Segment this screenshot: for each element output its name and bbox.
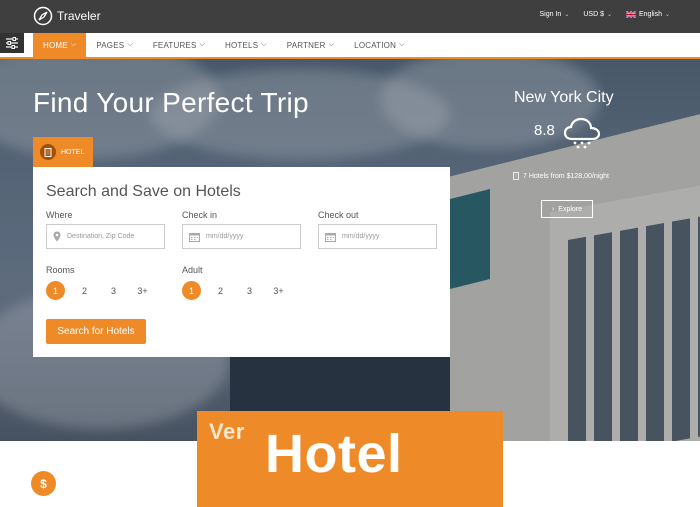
tab-hotel-label: HOTEL [61, 148, 85, 156]
chevron-down-icon: ⌵ [261, 41, 267, 48]
nav-label: LOCATION [354, 40, 397, 50]
hotel-search-form: Search and Save on Hotels Where Destinat… [33, 167, 450, 357]
promo-small-text: Ver [209, 419, 245, 444]
checkin-placeholder: mm/dd/yyyy [206, 233, 244, 240]
rooms-selector: 1 2 3 3+ [46, 281, 152, 300]
explore-button[interactable]: › Explore [541, 200, 593, 218]
calendar-icon [325, 232, 336, 242]
adult-option[interactable]: 2 [211, 281, 230, 300]
rooms-option[interactable]: 3 [104, 281, 123, 300]
checkout-placeholder: mm/dd/yyyy [342, 233, 380, 240]
rooms-option[interactable]: 1 [46, 281, 65, 300]
brand-logo[interactable]: Traveler [33, 6, 101, 26]
compass-logo-icon [33, 6, 53, 26]
rooms-option[interactable]: 2 [75, 281, 94, 300]
explore-label: Explore [558, 205, 583, 213]
sign-in-link[interactable]: Sign In ⌄ [540, 11, 570, 18]
adult-selector: 1 2 3 3+ [182, 281, 288, 300]
language-label: English [639, 11, 662, 18]
destination-input[interactable]: Destination, Zip Code [46, 224, 165, 249]
sliders-icon [6, 37, 18, 49]
nav-label: FEATURES [152, 40, 197, 50]
chevron-down-icon: ⌵ [199, 41, 206, 48]
rooms-label: Rooms [46, 265, 75, 275]
checkin-label: Check in [182, 210, 218, 220]
checkin-input[interactable]: mm/dd/yyyy [182, 224, 301, 249]
promo-banner: Ver Hotel [197, 411, 503, 507]
language-selector[interactable]: English ⌄ [626, 11, 670, 18]
uk-flag-icon [626, 11, 636, 18]
nav-item-pages[interactable]: PAGES ⌵ [86, 33, 143, 57]
top-bar: Traveler Sign In ⌄ USD $ ⌄ English ⌄ [0, 0, 700, 33]
chevron-down-icon: ⌵ [328, 41, 335, 48]
search-form-title: Search and Save on Hotels [46, 183, 241, 200]
adult-option[interactable]: 1 [182, 281, 201, 300]
chevron-down-icon: ⌄ [606, 12, 612, 18]
nav-item-features[interactable]: FEATURES ⌵ [143, 33, 215, 57]
adult-label: Adult [182, 265, 203, 275]
currency-label: USD $ [583, 11, 604, 18]
checkout-input[interactable]: mm/dd/yyyy [318, 224, 437, 249]
nav-label: HOTELS [225, 40, 259, 50]
hero-title: Find Your Perfect Trip [33, 87, 309, 118]
arrow-right-icon: › [551, 205, 555, 213]
destination-placeholder: Destination, Zip Code [67, 233, 135, 240]
nav-item-partner[interactable]: PARTNER ⌵ [277, 33, 344, 57]
dollar-icon: $ [31, 471, 56, 496]
chevron-down-icon: ⌵ [399, 41, 405, 48]
building-icon [40, 144, 56, 160]
tab-hotel[interactable]: HOTEL [33, 137, 93, 167]
rooms-option[interactable]: 3+ [133, 281, 152, 300]
where-label: Where [46, 210, 73, 220]
chevron-down-icon: ⌵ [70, 41, 77, 48]
adult-option[interactable]: 3+ [269, 281, 288, 300]
nav-label: PAGES [96, 40, 125, 50]
snow-cloud-icon [563, 117, 601, 149]
destination-info: 7 Hotels from $128,00/night [513, 172, 609, 180]
chevron-down-icon: ⌄ [564, 12, 570, 18]
nav-item-location[interactable]: LOCATION ⌵ [344, 33, 414, 57]
nav-label: PARTNER [286, 40, 326, 50]
main-nav: HOME ⌵ PAGES ⌵ FEATURES ⌵ HOTELS ⌵ PARTN… [0, 33, 700, 59]
brand-name: Traveler [57, 9, 101, 23]
adult-option[interactable]: 3 [240, 281, 259, 300]
building-icon [513, 172, 519, 180]
chevron-down-icon: ⌵ [127, 41, 133, 48]
temperature: 8.8 [534, 122, 555, 139]
location-pin-icon [53, 231, 61, 242]
hero-section: Find Your Perfect Trip HOTEL Search and … [0, 59, 700, 441]
calendar-icon [189, 232, 200, 242]
nav-item-hotels[interactable]: HOTELS ⌵ [215, 33, 277, 57]
nav-item-home[interactable]: HOME ⌵ [33, 33, 87, 57]
chevron-down-icon: ⌄ [664, 12, 670, 18]
promo-big-text: Hotel [265, 424, 403, 484]
destination-city: New York City [514, 89, 614, 106]
search-hotels-button[interactable]: Search for Hotels [46, 319, 146, 344]
destination-info-text: 7 Hotels from $128,00/night [523, 172, 609, 180]
currency-selector[interactable]: USD $ ⌄ [583, 11, 612, 18]
menu-toggle-button[interactable] [0, 33, 24, 53]
sign-in-label: Sign In [539, 11, 562, 18]
nav-label: HOME [43, 40, 68, 50]
checkout-label: Check out [318, 210, 359, 220]
